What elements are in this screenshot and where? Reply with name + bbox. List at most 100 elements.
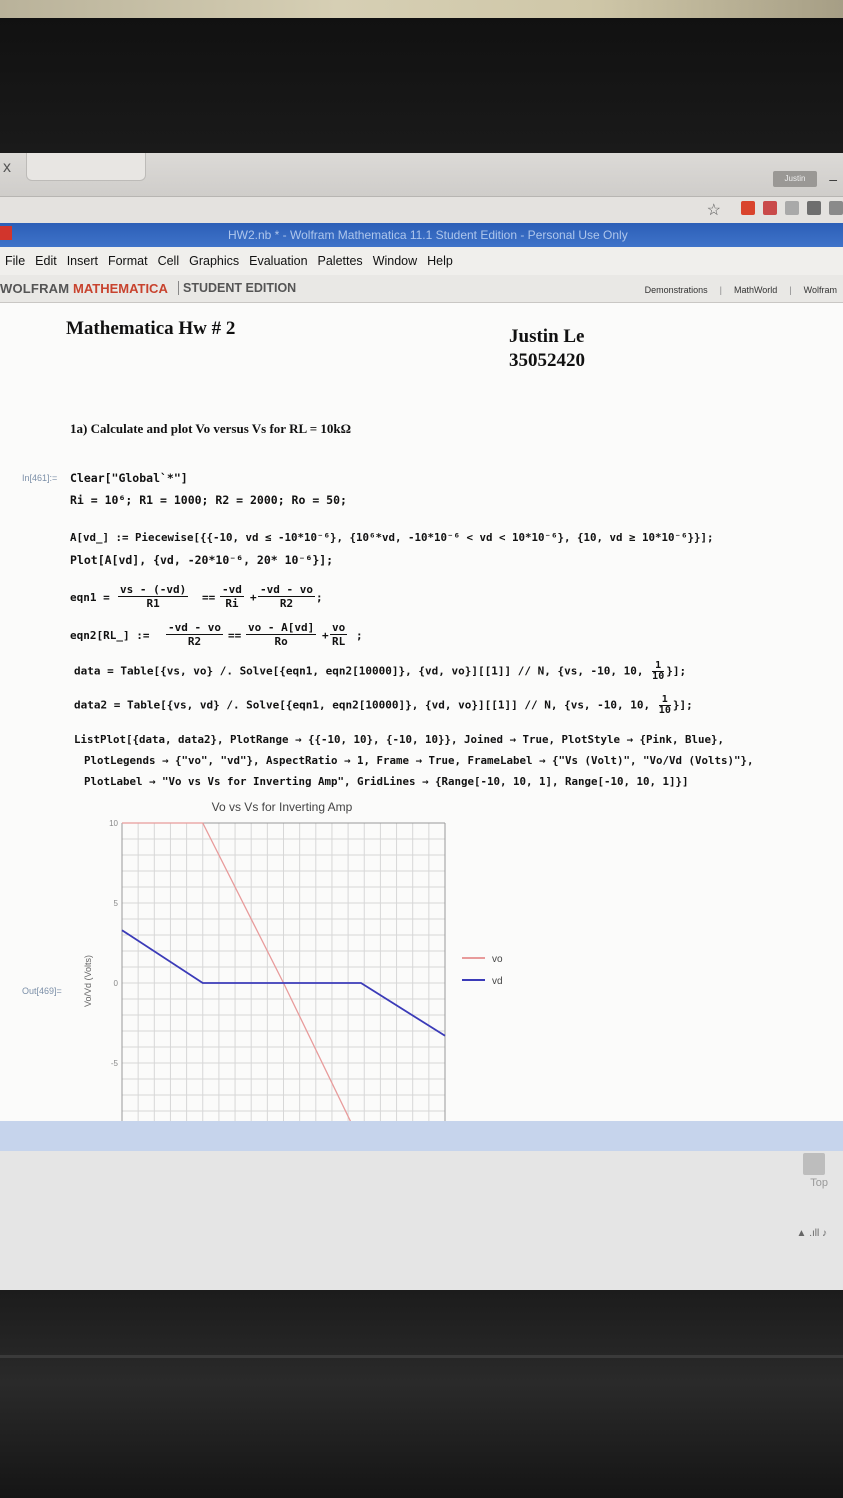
code-line-clear[interactable]: Clear["Global`*"] [70, 471, 188, 485]
legend-label-vd: vd [492, 976, 503, 987]
laptop-bezel-top [0, 18, 843, 153]
legend-label-vo: vo [492, 954, 503, 965]
data2-step-fraction: 1 10 [658, 694, 671, 716]
notebook-title: Mathematica Hw # 2 [66, 318, 236, 339]
code-listplot-3[interactable]: PlotLabel → "Vo vs Vs for Inverting Amp"… [84, 775, 689, 788]
extension-icon[interactable] [763, 201, 777, 215]
eqn1-den3: R2 [258, 596, 315, 610]
menu-evaluation[interactable]: Evaluation [244, 254, 312, 268]
y-tick-label: 5 [114, 899, 119, 908]
brand-wolfram: WOLFRAM [0, 281, 70, 296]
back-to-top-label: Top [810, 1177, 828, 1189]
eqn1-lhs: eqn1 = [70, 591, 110, 604]
laptop-bezel-bottom [0, 1290, 843, 1498]
menu-bar: File Edit Insert Format Cell Graphics Ev… [0, 247, 843, 275]
eqn2-frac1: -vd - vo R2 [166, 621, 223, 648]
window-title: HW2.nb * - Wolfram Mathematica 11.1 Stud… [228, 228, 628, 242]
minimize-button[interactable]: – [829, 171, 837, 187]
menu-insert[interactable]: Insert [62, 254, 103, 268]
frac-num: 1 [655, 660, 662, 671]
extension-icon[interactable] [807, 201, 821, 215]
code-line-params[interactable]: Ri = 10⁶; R1 = 1000; R2 = 2000; Ro = 50; [70, 493, 347, 507]
menu-format[interactable]: Format [103, 254, 153, 268]
link-mathworld[interactable]: MathWorld [728, 285, 783, 295]
menu-help[interactable]: Help [422, 254, 458, 268]
code-data2[interactable]: data2 = Table[{vs, vd} /. Solve[{eqn1, e… [74, 695, 693, 716]
extension-icon[interactable] [829, 201, 843, 215]
extension-icon[interactable] [785, 201, 799, 215]
eqn1-semicolon: ; [316, 591, 323, 604]
eqn2-semicolon: ; [356, 629, 363, 642]
laptop-screen: x Justin – ☆ HW2.nb * - Wolfram Mathemat… [0, 153, 843, 1290]
y-tick-label: 10 [109, 819, 118, 828]
horizontal-scroll-area[interactable] [0, 1121, 843, 1151]
eqn1-plus: + [250, 591, 257, 604]
menu-file[interactable]: File [0, 254, 30, 268]
code-data[interactable]: data = Table[{vs, vo} /. Solve[{eqn1, eq… [74, 661, 686, 682]
notebook[interactable]: Mathematica Hw # 2 Justin Le 35052420 1a… [0, 303, 843, 1121]
eqn2-frac3: vo RL [330, 621, 348, 648]
brand-edition: STUDENT EDITION [178, 281, 296, 295]
link-separator: | [789, 285, 792, 295]
eqn2-num1: -vd - vo [168, 621, 221, 634]
browser-tab[interactable] [26, 153, 146, 181]
author-id: 35052420 [509, 350, 585, 371]
eqn2-lhs: eqn2[RL_] := [70, 629, 150, 642]
background-wall [0, 0, 843, 18]
extension-icons [741, 201, 843, 215]
output-label: Out[469]= [22, 986, 62, 996]
frac-den: 10 [652, 671, 665, 682]
eqn1-num1: vs - (-vd) [120, 583, 187, 596]
eqn1-equals: == [202, 591, 216, 604]
code-listplot-1[interactable]: ListPlot[{data, data2}, PlotRange → {{-1… [74, 733, 724, 746]
code-eqn2[interactable]: eqn2[RL_] := -vd - vo R2 == vo - A[vd] Ro … [70, 621, 430, 653]
brand-links: Demonstrations | MathWorld | Wolfram [639, 285, 843, 295]
code-line-piecewise[interactable]: A[vd_] := Piecewise[{{-10, vd ≤ -10*10⁻⁶… [70, 531, 714, 544]
eqn1-den2: Ri [220, 596, 244, 610]
listplot-output[interactable]: Vo vs Vs for Inverting Amp 10 5 0 -5 vo vd V… [60, 793, 540, 1121]
code-listplot-2[interactable]: PlotLegends → {"vo", "vd"}, AspectRatio … [84, 754, 754, 767]
brand-toolbar: WOLFRAM MATHEMATICA STUDENT EDITION Demo… [0, 275, 843, 303]
data2-table-expr: data2 = Table[{vs, vd} /. Solve[{eqn1, e… [74, 698, 651, 712]
section-heading: 1a) Calculate and plot Vo versus Vs for … [70, 421, 351, 436]
author-name: Justin Le [509, 326, 585, 347]
menu-palettes[interactable]: Palettes [313, 254, 368, 268]
menu-window[interactable]: Window [368, 254, 422, 268]
menu-cell[interactable]: Cell [153, 254, 185, 268]
eqn2-den2: Ro [246, 634, 317, 648]
data-end: }]; [666, 664, 687, 678]
browser-tab-strip: x Justin – [0, 153, 843, 197]
plot-title: Vo vs Vs for Inverting Amp [212, 800, 353, 814]
eqn2-plus: + [322, 629, 329, 642]
series-line-vo [122, 822, 352, 1121]
code-eqn1[interactable]: eqn1 = vs - (-vd) R1 == -vd Ri + -vd - vo R… [70, 583, 410, 615]
plot-legend: vo vd [462, 954, 503, 987]
link-demonstrations[interactable]: Demonstrations [639, 285, 714, 295]
plot-y-ticks: 10 5 0 -5 [109, 819, 118, 1068]
extension-icon[interactable] [741, 201, 755, 215]
eqn2-frac2: vo - A[vd] Ro [246, 621, 317, 648]
data-table-expr: data = Table[{vs, vo} /. Solve[{eqn1, eq… [74, 664, 644, 678]
laptop-deck-edge [0, 1355, 843, 1358]
eqn1-frac2: -vd Ri [220, 583, 244, 610]
menu-graphics[interactable]: Graphics [184, 254, 244, 268]
bookmark-star-icon[interactable]: ☆ [707, 200, 721, 220]
eqn1-num3: -vd - vo [260, 583, 313, 596]
eqn2-num3: vo [332, 621, 346, 634]
eqn2-den1: R2 [166, 634, 223, 648]
link-wolfram[interactable]: Wolfram [798, 285, 843, 295]
browser-toolbar: ☆ [0, 197, 843, 223]
link-separator: | [719, 285, 722, 295]
eqn2-equals: == [228, 629, 242, 642]
profile-button[interactable]: Justin [773, 171, 817, 187]
close-tab-icon[interactable]: x [3, 159, 11, 177]
eqn1-num2: -vd [222, 583, 242, 596]
back-to-top-button[interactable] [803, 1153, 825, 1175]
y-tick-label: -5 [111, 1059, 119, 1068]
code-line-plot[interactable]: Plot[A[vd], {vd, -20*10⁻⁶, 20* 10⁻⁶}]; [70, 553, 333, 567]
eqn1-frac3: -vd - vo R2 [258, 583, 315, 610]
mathematica-app-icon[interactable] [0, 226, 12, 240]
author-block: Justin Le 35052420 [509, 325, 585, 373]
menu-edit[interactable]: Edit [30, 254, 62, 268]
frac-num: 1 [661, 694, 668, 705]
